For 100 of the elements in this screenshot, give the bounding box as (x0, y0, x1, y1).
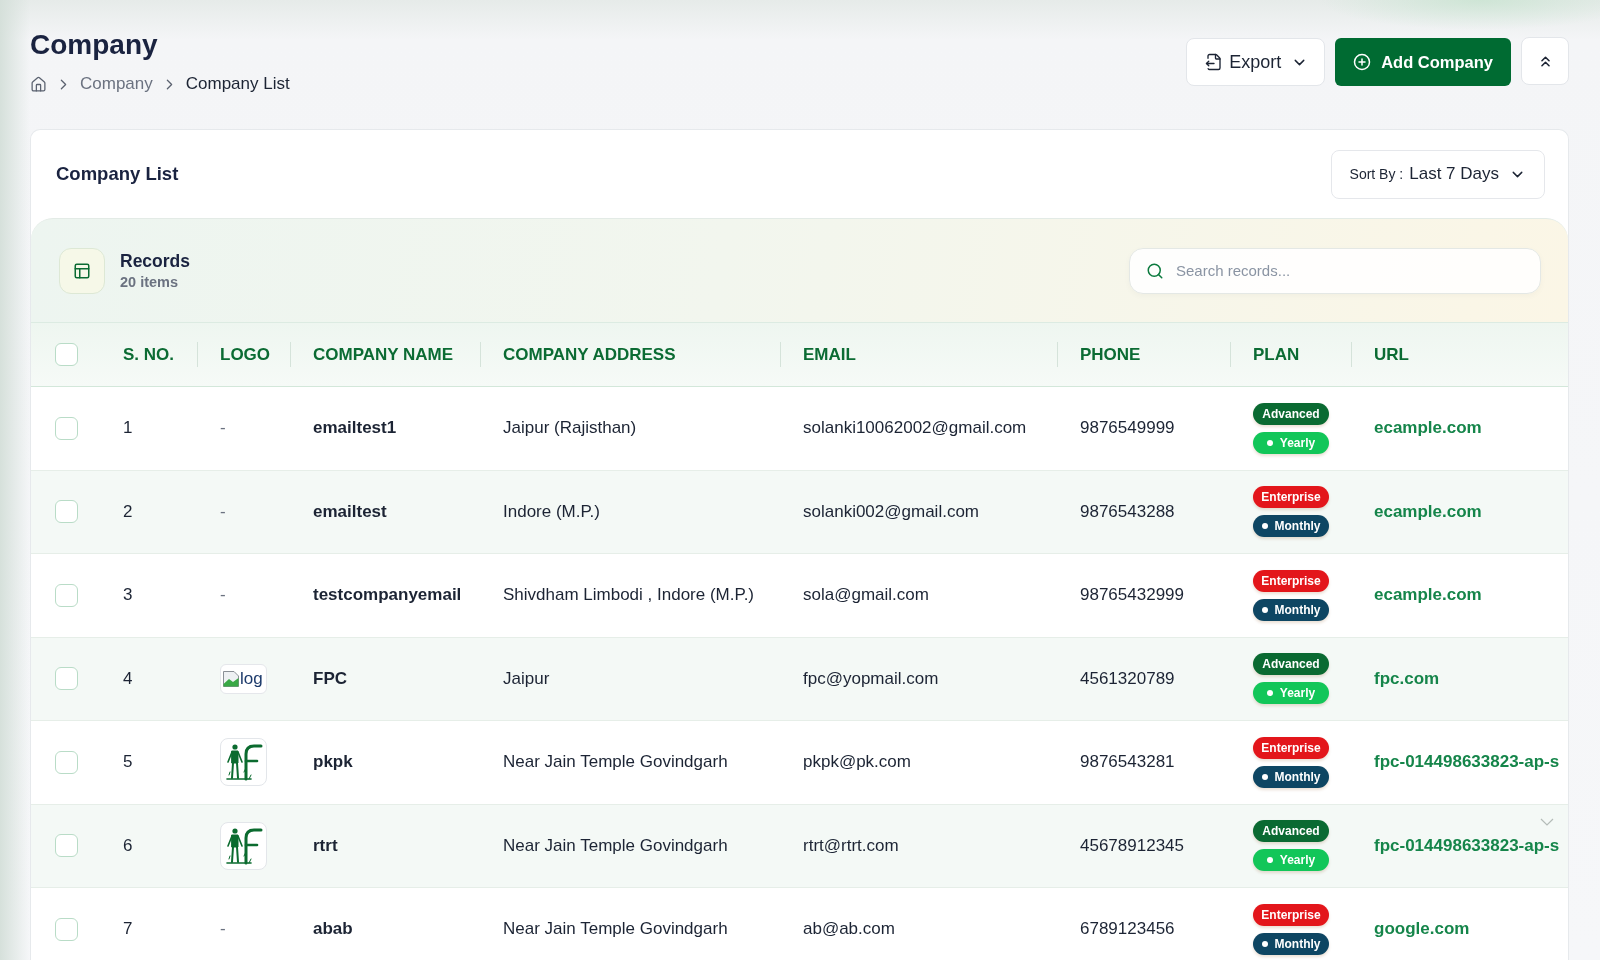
billing-tag: Monthly (1253, 765, 1329, 788)
dot-icon (1261, 940, 1268, 947)
column-header: S. NO. (123, 344, 174, 365)
empty-logo-text: - (220, 418, 226, 439)
phone-number: 9876543288 (1080, 501, 1175, 522)
company-address: Near Jain Temple Govindgarh (503, 919, 728, 940)
column-header: COMPANY NAME (313, 344, 454, 365)
search-field[interactable]: Search records... (1129, 247, 1541, 294)
url-link[interactable]: google.com (1374, 919, 1470, 940)
row-number: 6 (123, 835, 133, 856)
empty-logo-text: - (220, 919, 226, 940)
row-number: 7 (123, 919, 133, 940)
company-address: Near Jain Temple Govindgarh (503, 835, 728, 856)
dot-icon (1266, 857, 1273, 864)
company-address: Indore (M.P.) (503, 501, 600, 522)
plan-tag: Advanced (1253, 402, 1329, 425)
plan-tag: Enterprise (1253, 903, 1329, 926)
plan-tag: Enterprise (1253, 486, 1329, 509)
plan-tag: Enterprise (1253, 736, 1329, 759)
row-checkbox[interactable] (55, 416, 78, 440)
company-logo (220, 821, 267, 870)
search-icon (1146, 261, 1164, 280)
row-checkbox[interactable] (55, 667, 78, 691)
billing-tag: Monthly (1253, 598, 1329, 621)
plan-tag: Advanced (1253, 653, 1329, 676)
row-checkbox[interactable] (55, 750, 78, 774)
row-checkbox[interactable] (55, 583, 78, 607)
company-name: abab (313, 919, 353, 940)
export-button[interactable]: Export (1186, 38, 1326, 86)
column-header: COMPANY ADDRESS (503, 344, 676, 365)
dot-icon (1266, 439, 1273, 446)
column-header: LOGO (220, 344, 271, 365)
plan-tag: Enterprise (1253, 569, 1329, 592)
card-title: Company List (56, 163, 179, 185)
url-link[interactable]: fpc.com (1374, 668, 1440, 689)
home-icon[interactable] (30, 75, 47, 93)
company-name: testcompanyemail (313, 585, 462, 606)
breadcrumb-current: Company List (185, 73, 290, 95)
logo-alt-text: log (240, 668, 263, 689)
collapse-button[interactable] (1521, 37, 1569, 85)
company-address: Jaipur (Rajisthan) (503, 418, 637, 439)
url-link[interactable]: fpc-014498633823-ap-s (1374, 835, 1560, 856)
email-text: rtrt@rtrt.com (803, 835, 899, 856)
row-checkbox[interactable] (55, 834, 78, 858)
row-number: 3 (123, 585, 133, 606)
table-icon (59, 247, 105, 294)
records-title: Records (120, 251, 191, 272)
company-name: rtrt (313, 835, 338, 856)
company-name: pkpk (313, 752, 353, 773)
url-link[interactable]: ecample.com (1374, 501, 1482, 522)
company-name: emailtest (313, 501, 387, 522)
company-address: Shivdham Limbodi , Indore (M.P.) (503, 585, 755, 606)
empty-logo-text: - (220, 585, 226, 606)
row-number: 2 (123, 501, 133, 522)
dot-icon (1261, 523, 1268, 530)
email-text: solanki002@gmail.com (803, 501, 979, 522)
email-text: fpc@yopmail.com (803, 668, 939, 689)
phone-number: 9876549999 (1080, 418, 1175, 439)
plus-circle-icon (1353, 53, 1372, 71)
row-checkbox[interactable] (55, 500, 78, 524)
email-text: sola@gmail.com (803, 585, 929, 606)
dot-icon (1261, 773, 1268, 780)
records-count: 20 items (120, 274, 180, 290)
company-logo (220, 738, 267, 787)
url-link[interactable]: fpc-014498633823-ap-s (1374, 752, 1560, 773)
column-header: PHONE (1080, 344, 1141, 365)
page-title: Company (30, 28, 159, 62)
company-address: Jaipur (503, 668, 550, 689)
company-name: emailtest1 (313, 418, 397, 439)
chevron-down-icon (1540, 817, 1554, 826)
empty-logo-text: - (220, 501, 226, 522)
url-link[interactable]: ecample.com (1374, 418, 1482, 439)
column-header: EMAIL (803, 344, 856, 365)
row-number: 1 (123, 418, 133, 439)
billing-tag: Yearly (1253, 849, 1329, 872)
dot-icon (1261, 606, 1268, 613)
add-company-button[interactable]: Add Company (1335, 38, 1511, 86)
url-link[interactable]: ecample.com (1374, 585, 1482, 606)
row-checkbox[interactable] (55, 917, 78, 941)
plan-tag: Advanced (1253, 820, 1329, 843)
billing-tag: Yearly (1253, 431, 1329, 454)
column-header: URL (1374, 344, 1409, 365)
phone-number: 98765432999 (1080, 585, 1184, 606)
breadcrumb-link[interactable]: Company (80, 73, 153, 95)
company-name: FPC (313, 668, 347, 689)
dot-icon (1266, 690, 1273, 697)
billing-tag: Yearly (1253, 682, 1329, 705)
select-all-checkbox[interactable] (55, 343, 78, 366)
phone-number: 45678912345 (1080, 835, 1184, 856)
sort-dropdown[interactable]: Sort By : Last 7 Days (1330, 149, 1545, 199)
row-number: 5 (123, 752, 133, 773)
phone-number: 9876543281 (1080, 752, 1175, 773)
file-export-icon (1205, 53, 1224, 71)
company-address: Near Jain Temple Govindgarh (503, 752, 728, 773)
phone-number: 6789123456 (1080, 919, 1175, 940)
row-number: 4 (123, 668, 133, 689)
billing-tag: Monthly (1253, 932, 1329, 955)
email-text: solanki10062002@gmail.com (803, 418, 1027, 439)
phone-number: 4561320789 (1080, 668, 1175, 689)
email-text: ab@ab.com (803, 919, 895, 940)
